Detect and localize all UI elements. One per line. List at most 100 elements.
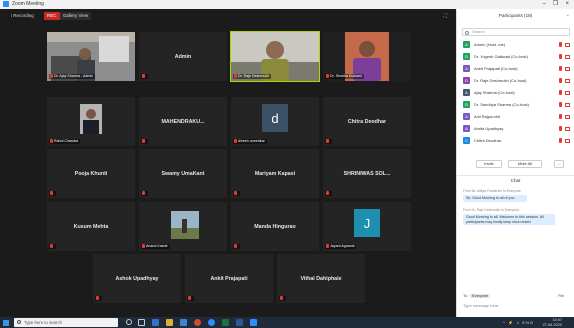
participant-name: Ankit Prajapati <box>210 275 248 282</box>
recording-indicator[interactable]: REC <box>44 12 60 20</box>
video-tile-active-speaker[interactable]: Dr. Raje Deshmukh <box>230 31 320 82</box>
participant-name: MAHENDRAKU... <box>161 118 205 125</box>
video-off-icon[interactable] <box>565 55 570 59</box>
maximize-icon[interactable]: ❐ <box>553 1 558 7</box>
participant-label <box>279 296 286 301</box>
cortana-icon[interactable] <box>126 319 132 325</box>
video-tile[interactable]: Ankit Prajapati <box>185 254 273 303</box>
video-tile[interactable]: SHRINIWAS SOL... <box>323 149 411 198</box>
mute-all-button[interactable]: Mute All <box>508 160 542 168</box>
edge-icon[interactable] <box>152 319 159 326</box>
mic-muted-icon <box>50 139 53 144</box>
chrome-icon[interactable] <box>194 319 201 326</box>
mic-muted-icon[interactable] <box>559 54 562 59</box>
participant-name: Ashok Upadhyay <box>115 275 159 282</box>
participant-name: Dr. Raje Deshmukh <box>238 74 270 78</box>
participant-row[interactable]: D Dr. Sandhya Sharma (Co-host) <box>462 100 572 110</box>
more-options-button[interactable]: ... <box>554 160 564 168</box>
store-icon[interactable] <box>180 319 187 326</box>
search-icon <box>17 320 21 324</box>
panel-options-icon[interactable]: ⌄ <box>566 12 570 18</box>
word-icon[interactable] <box>236 319 243 326</box>
excel-icon[interactable] <box>222 319 229 326</box>
participant-row[interactable]: A Amita Upadhyay <box>462 124 572 134</box>
video-tile[interactable]: d dinesh umredkar <box>231 97 319 146</box>
participant-row[interactable]: A Admin (Host, me) <box>462 40 572 50</box>
taskbar-search-input[interactable]: Type here to search <box>14 318 118 327</box>
video-off-icon[interactable] <box>565 67 570 71</box>
participant-row[interactable]: D Dr. Raje Deshmukh (Co-host) <box>462 76 572 86</box>
mic-muted-icon[interactable] <box>559 138 562 143</box>
system-clock[interactable]: 10:47 27-06-2020 <box>543 318 562 327</box>
mic-muted-icon[interactable] <box>559 66 562 71</box>
chat-message-meta: From Mr. Aditya Fumbhare to Everyone: <box>463 189 522 193</box>
participant-name: Ajay Sharma (Co-host) <box>474 90 515 95</box>
file-explorer-icon[interactable] <box>166 319 173 326</box>
video-off-icon[interactable] <box>565 79 570 83</box>
participant-name: Chitra Deodhar <box>347 118 387 125</box>
video-off-icon[interactable] <box>565 91 570 95</box>
fullscreen-icon[interactable]: ⛶ <box>441 12 450 20</box>
zoom-window: Zoom Meeting – ❐ × i Recording REC Galle… <box>0 0 574 328</box>
chat-message: Sir, Good Morning to all of you. <box>463 195 527 202</box>
chat-recipient-select[interactable]: Everyone <box>470 294 491 298</box>
participant-name: Mariyam Kapasi <box>254 170 296 177</box>
participant-name: Chitra Deodhar <box>474 138 502 143</box>
task-view-icon[interactable] <box>138 319 145 326</box>
meeting-info-button[interactable]: i Recording <box>8 12 37 20</box>
avatar: A <box>463 41 470 48</box>
participant-name: Admin (Host, me) <box>474 42 506 47</box>
minimize-icon[interactable]: – <box>543 1 546 7</box>
participant-row[interactable]: A Ankit Prajapati (Co-host) <box>462 64 572 74</box>
mic-muted-icon[interactable] <box>559 114 562 119</box>
video-tile[interactable]: Kusum Mehta <box>47 202 135 251</box>
video-off-icon[interactable] <box>565 103 570 107</box>
video-tile[interactable]: Ashok Upadhyay <box>93 254 181 303</box>
browser-icon[interactable] <box>208 319 215 326</box>
video-off-icon[interactable] <box>565 139 570 143</box>
video-off-icon[interactable] <box>565 43 570 47</box>
invite-button[interactable]: Invite <box>476 160 502 168</box>
participant-label <box>95 296 102 301</box>
participant-row[interactable]: A Ajay Sharma (Co-host) <box>462 88 572 98</box>
windows-start-icon[interactable] <box>3 320 9 326</box>
video-tile[interactable]: MAHENDRAKU... <box>139 97 227 146</box>
mic-muted-icon[interactable] <box>559 102 562 107</box>
participant-row[interactable]: D Dr. Yogesh Gaikwad (Co-host) <box>462 52 572 62</box>
mic-muted-icon[interactable] <box>559 42 562 47</box>
video-tile[interactable]: Admin <box>139 32 227 81</box>
avatar: A <box>463 113 470 120</box>
video-tile[interactable]: Anand Kakde <box>139 202 227 251</box>
video-tile[interactable]: Dr. Ajay Sharma - Admin <box>47 32 135 81</box>
participant-row[interactable]: A Anil Rajpurohit <box>462 112 572 122</box>
system-tray-icons[interactable]: ^ ⚡ ♫ ENG <box>503 320 534 325</box>
view-switch-button[interactable]: Gallery View <box>60 12 92 20</box>
chat-file-button[interactable]: File <box>558 294 564 298</box>
participant-label: Anand Kakde <box>141 244 170 249</box>
video-off-icon[interactable] <box>565 115 570 119</box>
participant-search-input[interactable]: Search <box>462 28 570 36</box>
participant-name: Anand Kakde <box>146 244 168 248</box>
search-icon <box>465 30 469 35</box>
participant-label <box>325 191 332 196</box>
video-off-icon[interactable] <box>565 127 570 131</box>
video-tile[interactable]: Rahul Chandra <box>47 97 135 146</box>
mic-muted-icon[interactable] <box>559 90 562 95</box>
video-tile[interactable]: Swamy UmaKant <box>139 149 227 198</box>
chat-message-input[interactable]: Type message here... <box>463 302 569 310</box>
video-tile[interactable]: Manda Hingurao <box>231 202 319 251</box>
participant-name: Ankit Prajapati (Co-host) <box>474 66 518 71</box>
video-tile[interactable]: Mariyam Kapasi <box>231 149 319 198</box>
video-tile[interactable]: J Jayant Agrawal <box>323 202 411 251</box>
mic-muted-icon[interactable] <box>559 78 562 83</box>
video-tile[interactable]: Vithal Dahiphale <box>277 254 365 303</box>
participant-row[interactable]: C Chitra Deodhar <box>462 136 572 146</box>
avatar: d <box>262 104 288 132</box>
video-tile[interactable]: Dr. Shobha Kulkarni <box>323 32 411 81</box>
zoom-taskbar-icon[interactable] <box>250 319 257 326</box>
video-tile[interactable]: Chitra Deodhar <box>323 97 411 146</box>
mic-muted-icon[interactable] <box>559 126 562 131</box>
close-icon[interactable]: × <box>565 1 569 7</box>
video-tile[interactable]: Pooja Khunti <box>47 149 135 198</box>
participant-name: Admin <box>174 53 192 60</box>
